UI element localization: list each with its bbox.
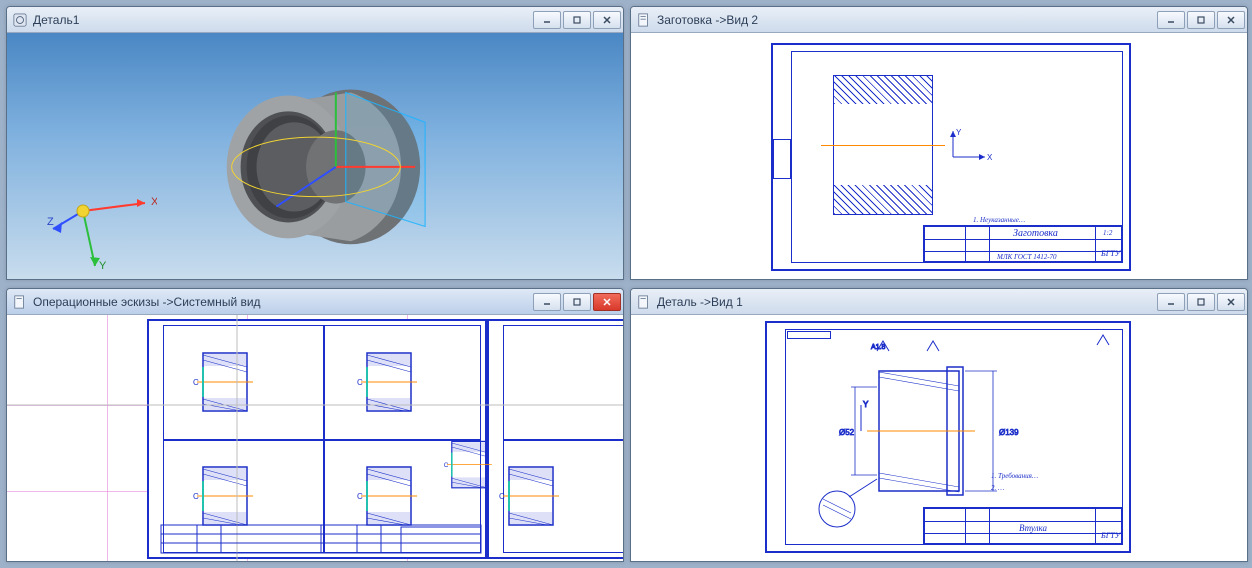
window-op-sketches[interactable]: Операционные эскизы ->Системный вид: [6, 288, 624, 562]
svg-text:Ø52: Ø52: [839, 428, 855, 437]
maximize-button[interactable]: [563, 293, 591, 311]
svg-text:Y: Y: [956, 129, 962, 137]
titlebar[interactable]: Заготовка ->Вид 2: [631, 7, 1247, 33]
titlebar[interactable]: Деталь ->Вид 1: [631, 289, 1247, 315]
note-text: 1. Неуказанные…: [973, 217, 1113, 225]
origin-marker: X Y: [949, 129, 993, 169]
window-zagotovka[interactable]: Заготовка ->Вид 2 X Y: [630, 6, 1248, 280]
maximize-button[interactable]: [1187, 293, 1215, 311]
svg-text:A1.8: A1.8: [871, 344, 886, 351]
doc-drawing-icon: [637, 295, 651, 309]
title-block: Заготовка МЛК ГОСТ 1412-70 БГТУ 1:2: [923, 225, 1123, 263]
minimize-button[interactable]: [1157, 293, 1185, 311]
view-triad: X Y Z: [47, 163, 157, 273]
close-button[interactable]: [593, 11, 621, 29]
titlebar[interactable]: Операционные эскизы ->Системный вид: [7, 289, 623, 315]
window-detail[interactable]: Деталь ->Вид 1 A1.8: [630, 288, 1248, 562]
drawing-canvas[interactable]: X Y 1. Неуказанные… Заготовка МЛК ГОСТ 1…: [631, 33, 1247, 279]
window-title: Заготовка ->Вид 2: [657, 13, 1157, 27]
close-button[interactable]: [1217, 11, 1245, 29]
svg-text:X: X: [987, 153, 993, 162]
minimize-button[interactable]: [533, 293, 561, 311]
doc-drawing-icon: [637, 13, 651, 27]
minimize-button[interactable]: [1157, 11, 1185, 29]
window-title: Операционные эскизы ->Системный вид: [33, 295, 533, 309]
window-title: Деталь1: [33, 13, 533, 27]
maximize-button[interactable]: [563, 11, 591, 29]
title-block: Втулка БГТУ: [923, 507, 1123, 545]
svg-text:Y: Y: [863, 400, 869, 409]
doc-drawing-icon: [13, 295, 27, 309]
drawing-canvas[interactable]: A1.8 Ø139: [631, 315, 1247, 561]
close-button[interactable]: [1217, 293, 1245, 311]
svg-text:Y: Y: [99, 260, 107, 272]
note-2: 2. …: [991, 485, 1111, 493]
svg-text:Z: Z: [47, 216, 54, 228]
drawing-canvas[interactable]: С: [7, 315, 623, 561]
viewport-3d[interactable]: X Y Z: [7, 33, 623, 279]
svg-text:Ø139: Ø139: [999, 428, 1019, 437]
window-title: Деталь ->Вид 1: [657, 295, 1157, 309]
doc-part-icon: [13, 13, 27, 27]
note-1: 1. Требования…: [991, 473, 1111, 481]
maximize-button[interactable]: [1187, 11, 1215, 29]
close-button[interactable]: [593, 293, 621, 311]
window-part-3d[interactable]: Деталь1: [6, 6, 624, 280]
titlebar[interactable]: Деталь1: [7, 7, 623, 33]
minimize-button[interactable]: [533, 11, 561, 29]
svg-text:X: X: [151, 196, 157, 208]
